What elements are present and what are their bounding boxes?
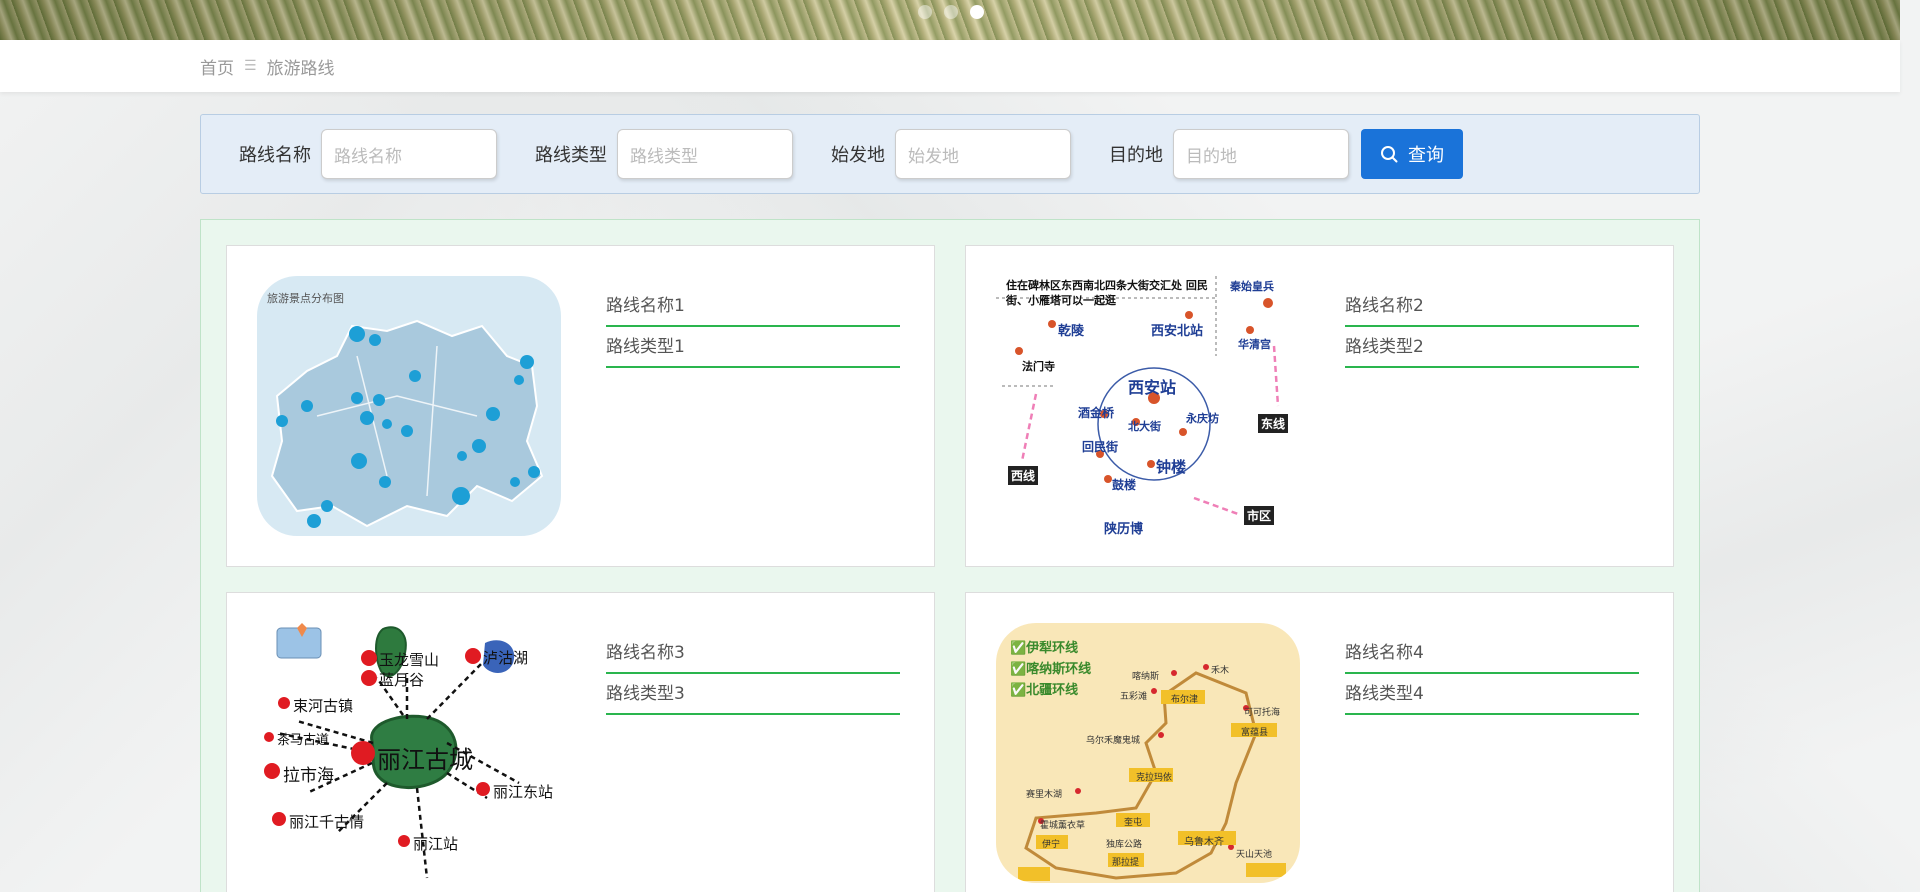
map-label-jade-dragon: 玉龙雪山 [379, 651, 440, 669]
carousel-dot-2[interactable] [944, 5, 958, 19]
xian-map-icon [996, 276, 1280, 516]
map-label-terracotta: 秦始皇兵 [1230, 280, 1274, 293]
map-label-karamay: 克拉玛依 [1136, 773, 1173, 783]
guizhou-map-icon [270, 319, 544, 528]
map-label-lijiang-east: 丽江东站 [493, 783, 554, 801]
route-card-2[interactable]: 住在碑林区东西南北四条大街交汇处 回民街、小雁塔可以一起逛 乾陵 西安北站 秦始… [965, 245, 1674, 567]
map-label-yongqing: 永庆坊 [1186, 412, 1219, 425]
breadcrumb: 首页 ☰ 旅游路线 [0, 40, 1900, 92]
route-info-2: 路线名称2 路线类型2 [1345, 286, 1639, 368]
breadcrumb-separator-icon: ☰ [244, 58, 257, 74]
route-name[interactable]: 路线名称2 [1345, 286, 1639, 327]
map-label-shuhe: 束河古镇 [293, 697, 354, 715]
route-info-3: 路线名称3 路线类型3 [606, 633, 900, 715]
route-image-1[interactable]: 旅游景点分布图 [257, 276, 561, 536]
map-label-burqin: 布尔津 [1171, 695, 1199, 705]
map-label-xian-station: 西安站 [1128, 378, 1177, 397]
route-list: 旅游景点分布图 路线名称1 路线类型1 住在碑林区东西南北四条大街交汇处 回民街… [200, 219, 1700, 892]
route-info-1: 路线名称1 路线类型1 [606, 286, 900, 368]
route-image-4[interactable]: ✅伊犁环线 ✅喀纳斯环线 ✅北疆环线 喀纳斯 禾木 五彩滩 布尔津 可可托海 富… [996, 623, 1300, 883]
route-card-1[interactable]: 旅游景点分布图 路线名称1 路线类型1 [226, 245, 935, 567]
route-image-2[interactable]: 住在碑林区东西南北四条大街交汇处 回民街、小雁塔可以一起逛 乾陵 西安北站 秦始… [996, 276, 1300, 536]
map-label-jiujinqiao: 酒金桥 [1078, 406, 1115, 420]
map-label-east-line: 东线 [1258, 414, 1289, 433]
route-card-4[interactable]: ✅伊犁环线 ✅喀纳斯环线 ✅北疆环线 喀纳斯 禾木 五彩滩 布尔津 可可托海 富… [965, 592, 1674, 892]
route-image-3[interactable]: 玉龙雪山 蓝月谷 泸沽湖 束河古镇 茶马古道 丽江古城 拉市海 丽江东站 丽江千… [257, 623, 561, 883]
origin-label: 始发地 [831, 145, 885, 166]
legend-yili-loop: ✅伊犁环线 [1010, 641, 1079, 656]
map-label-wucaitan: 五彩滩 [1120, 692, 1148, 702]
search-icon [1381, 146, 1398, 163]
origin-input[interactable]: 始发地 [895, 129, 1071, 179]
map-label-famen: 法门寺 [1022, 360, 1055, 373]
map-label-nalati: 那拉提 [1112, 858, 1140, 868]
map-label-urumqi: 乌鲁木齐 [1184, 837, 1224, 848]
map-label-yining: 伊宁 [1042, 840, 1061, 850]
map-label-west-line: 西线 [1008, 466, 1039, 485]
destination-label: 目的地 [1109, 145, 1163, 166]
search-button[interactable]: 查询 [1361, 129, 1463, 179]
map-label-qianling: 乾陵 [1058, 324, 1085, 339]
route-name[interactable]: 路线名称3 [606, 633, 900, 674]
map-label-lugu-lake: 泸沽湖 [483, 649, 529, 667]
map-label-hemu: 禾木 [1211, 666, 1230, 676]
carousel-dots [918, 5, 984, 19]
route-map-caption: 旅游景点分布图 [267, 292, 344, 305]
route-type: 路线类型1 [606, 327, 900, 368]
map-label-museum: 陕历博 [1104, 522, 1144, 536]
map-label-keketuohai: 可可托海 [1244, 708, 1281, 718]
route-card-3[interactable]: 玉龙雪山 蓝月谷 泸沽湖 束河古镇 茶马古道 丽江古城 拉市海 丽江东站 丽江千… [226, 592, 935, 892]
map-label-tea-horse: 茶马古道 [277, 733, 330, 748]
search-button-label: 查询 [1408, 145, 1444, 166]
route-name[interactable]: 路线名称4 [1345, 633, 1639, 674]
map-label-lijiang-station: 丽江站 [413, 835, 459, 853]
map-label-huaqing: 华清宫 [1238, 338, 1271, 351]
route-info-4: 路线名称4 路线类型4 [1345, 633, 1639, 715]
route-name[interactable]: 路线名称1 [606, 286, 900, 327]
map-label-blue-moon: 蓝月谷 [379, 671, 425, 689]
map-label-fuyun: 富蕴县 [1241, 728, 1269, 738]
route-type: 路线类型2 [1345, 327, 1639, 368]
map-label-bell-tower: 钟楼 [1156, 458, 1187, 476]
search-panel: 路线名称 路线名称 路线类型 路线类型 始发地 始发地 目的地 目的地 查询 [200, 114, 1700, 194]
map-label-sayram: 赛里木湖 [1026, 790, 1063, 800]
map-label-wuerhe: 乌尔禾魔鬼城 [1086, 736, 1141, 746]
map-label-lashi-lake: 拉市海 [283, 766, 334, 786]
map-label-city-area: 市区 [1244, 506, 1275, 525]
map-label-qiangu-qing: 丽江千古情 [289, 813, 365, 831]
map-label-drum-tower: 鼓楼 [1112, 478, 1137, 492]
map-label-lijiang-old-town: 丽江古城 [377, 746, 473, 774]
route-type: 路线类型3 [606, 674, 900, 715]
map-label-duku-road: 独库公路 [1106, 840, 1143, 850]
breadcrumb-home[interactable]: 首页 [200, 54, 234, 79]
legend-north-loop: ✅北疆环线 [1010, 683, 1079, 698]
map-label-kuitun: 奎屯 [1124, 818, 1143, 828]
route-type-input[interactable]: 路线类型 [617, 129, 793, 179]
route-name-label: 路线名称 [239, 145, 311, 166]
carousel-dot-1[interactable] [918, 5, 932, 19]
map-caption: 住在碑林区东西南北四条大街交汇处 回民街、小雁塔可以一起逛 [1006, 279, 1208, 307]
map-label-north-street: 北大街 [1128, 420, 1161, 433]
legend-kanas-loop: ✅喀纳斯环线 [1010, 662, 1092, 677]
map-label-kanas: 喀纳斯 [1132, 672, 1160, 682]
carousel-dot-3[interactable] [970, 5, 984, 19]
breadcrumb-current: 旅游路线 [266, 58, 335, 79]
map-label-xian-north: 西安北站 [1151, 324, 1204, 339]
route-type: 路线类型4 [1345, 674, 1639, 715]
map-label-lavender: 霍城薰衣草 [1040, 821, 1086, 831]
map-label-tianchi: 天山天池 [1236, 850, 1273, 860]
destination-input[interactable]: 目的地 [1173, 129, 1349, 179]
map-label-muslim-street: 回民街 [1082, 440, 1119, 454]
route-name-input[interactable]: 路线名称 [321, 129, 497, 179]
route-type-label: 路线类型 [535, 145, 607, 166]
